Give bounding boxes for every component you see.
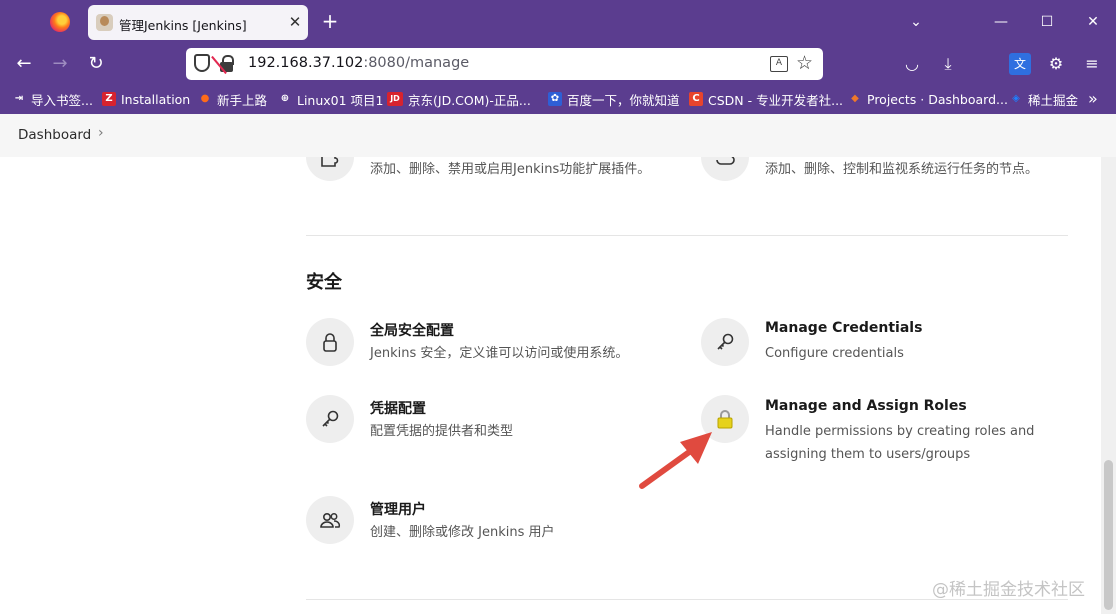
gitlab-icon: ◆: [851, 93, 859, 104]
key-icon: [717, 333, 734, 350]
bookmark-installation[interactable]: Z Installation: [102, 90, 190, 108]
manage-jenkins-content: 添加、删除、禁用或启用Jenkins功能扩展插件。 添加、删除、控制和监视系统运…: [0, 157, 1116, 614]
url-host: 192.168.37.102: [248, 55, 364, 71]
tab-strip: 管理Jenkins [Jenkins] ✕ + ⌄ — ☐ ✕: [0, 0, 1116, 44]
new-tab-button[interactable]: +: [318, 9, 342, 33]
nodes-icon-circle[interactable]: [701, 157, 749, 181]
bookmark-label: Projects · Dashboard...: [867, 91, 1008, 107]
cloud-icon: [716, 157, 735, 165]
security-section-title: 安全: [306, 272, 342, 293]
forward-button[interactable]: →: [47, 52, 73, 76]
nodes-desc: 添加、删除、控制和监视系统运行任务的节点。: [765, 162, 1039, 177]
manage-credentials-desc: Configure credentials: [765, 346, 904, 361]
firefox-logo-icon[interactable]: [50, 12, 70, 32]
bookmark-label: 百度一下，你就知道: [567, 92, 680, 108]
breadcrumb: Dashboard ›: [0, 114, 1116, 157]
csdn-icon: C: [689, 92, 703, 106]
scrollbar-thumb[interactable]: [1104, 460, 1113, 610]
bookmark-csdn[interactable]: C CSDN - 专业开发者社...: [689, 90, 843, 108]
lock-icon: [323, 333, 337, 352]
tab-close-icon[interactable]: ✕: [285, 11, 305, 33]
bookmark-label: 新手上路: [217, 92, 268, 108]
manage-users-icon-circle[interactable]: [306, 496, 354, 544]
global-security-icon-circle[interactable]: [306, 318, 354, 366]
downloads-icon[interactable]: ⤓: [937, 53, 959, 75]
juejin-icon: ◈: [1012, 93, 1020, 104]
annotation-arrow-icon: [639, 432, 712, 489]
tab-manage-jenkins[interactable]: 管理Jenkins [Jenkins] ✕: [88, 5, 308, 40]
extensions-icon[interactable]: ⚙: [1045, 53, 1067, 75]
browser-window: 管理Jenkins [Jenkins] ✕ + ⌄ — ☐ ✕ ← → ↻ 19…: [0, 0, 1116, 614]
manage-roles-link[interactable]: Manage and Assign Roles: [765, 398, 967, 414]
bookmarks-overflow-icon[interactable]: »: [1088, 89, 1098, 108]
bookmark-label: Linux01 项目1: [297, 92, 384, 108]
jd-icon: JD: [387, 92, 403, 106]
manage-credentials-link[interactable]: Manage Credentials: [765, 320, 922, 336]
back-button[interactable]: ←: [11, 52, 37, 76]
pocket-icon[interactable]: ◡: [901, 53, 923, 75]
page-translate-icon[interactable]: A: [770, 56, 788, 72]
plugins-desc: 添加、删除、禁用或启用Jenkins功能扩展插件。: [370, 162, 651, 177]
section-divider: [306, 235, 1068, 236]
url-path: :8080/manage: [363, 55, 470, 71]
key-icon: [322, 410, 339, 427]
reload-button[interactable]: ↻: [83, 52, 109, 76]
app-menu-icon[interactable]: ≡: [1081, 53, 1103, 75]
users-icon: [320, 513, 341, 528]
credential-providers-link[interactable]: 凭据配置: [370, 398, 426, 418]
plugins-icon-circle[interactable]: [306, 157, 354, 181]
breadcrumb-dashboard[interactable]: Dashboard: [18, 127, 91, 143]
bookmark-label: CSDN - 专业开发者社...: [708, 92, 844, 108]
import-icon: ⇥: [14, 93, 24, 104]
manage-credentials-icon-circle[interactable]: [701, 318, 749, 366]
bookmark-gitlab-projects[interactable]: ◆ Projects · Dashboard...: [848, 90, 1008, 108]
maximize-button[interactable]: ☐: [1024, 0, 1070, 44]
minimize-button[interactable]: —: [978, 0, 1024, 44]
navigation-toolbar: ← → ↻ 192.168.37.102:8080/manage A ☆ ◡ ⤓…: [0, 44, 1116, 84]
bookmark-label: Installation: [121, 91, 191, 107]
credential-providers-icon-circle[interactable]: [306, 395, 354, 443]
bookmark-baidu[interactable]: ✿ 百度一下，你就知道: [548, 90, 680, 108]
tracking-protection-shield-icon[interactable]: [194, 54, 210, 72]
bookmarks-toolbar: ⇥ 导入书签... Z Installation ● 新手上路 ⊕ Linux01 项目…: [0, 84, 1116, 114]
puzzle-icon: [321, 157, 339, 167]
manage-users-link[interactable]: 管理用户: [370, 499, 426, 519]
globe-icon: ⊕: [280, 93, 290, 104]
credential-providers-desc: 配置凭据的提供者和类型: [370, 424, 514, 439]
translate-extension-icon[interactable]: 文: [1009, 53, 1031, 75]
bookmark-juejin[interactable]: ◈ 稀土掘金: [1009, 90, 1078, 108]
baidu-icon: ✿: [548, 92, 562, 106]
firefox-small-icon: ●: [200, 93, 210, 104]
watermark: @稀土掘金技术社区: [932, 580, 1085, 600]
zentao-icon: Z: [102, 92, 116, 106]
tab-title: 管理Jenkins [Jenkins]: [119, 18, 247, 33]
bookmark-label: 稀土掘金: [1028, 92, 1079, 108]
bookmark-label: 导入书签...: [31, 92, 93, 108]
global-security-desc: Jenkins 安全，定义谁可以访问或使用系统。: [370, 346, 629, 361]
global-security-link[interactable]: 全局安全配置: [370, 320, 454, 340]
bookmark-jd[interactable]: JD 京东(JD.COM)-正品...: [387, 90, 531, 108]
breadcrumb-chevron-icon[interactable]: ›: [98, 125, 104, 141]
url-bar[interactable]: 192.168.37.102:8080/manage A ☆: [186, 48, 823, 80]
bookmark-getting-started[interactable]: ● 新手上路: [198, 90, 267, 108]
jenkins-favicon-icon: [96, 14, 113, 31]
bookmark-label: 京东(JD.COM)-正品...: [408, 92, 531, 108]
list-tabs-chevron-icon[interactable]: ⌄: [893, 0, 939, 44]
bookmark-linux01[interactable]: ⊕ Linux01 项目1: [278, 90, 384, 108]
close-window-button[interactable]: ✕: [1070, 0, 1116, 44]
bookmark-import[interactable]: ⇥ 导入书签...: [12, 90, 93, 108]
url-text[interactable]: 192.168.37.102:8080/manage: [248, 55, 469, 71]
bookmark-star-icon[interactable]: ☆: [796, 52, 813, 74]
manage-roles-desc: Handle permissions by creating roles and…: [765, 424, 1035, 462]
manage-users-desc: 创建、删除或修改 Jenkins 用户: [370, 525, 555, 540]
